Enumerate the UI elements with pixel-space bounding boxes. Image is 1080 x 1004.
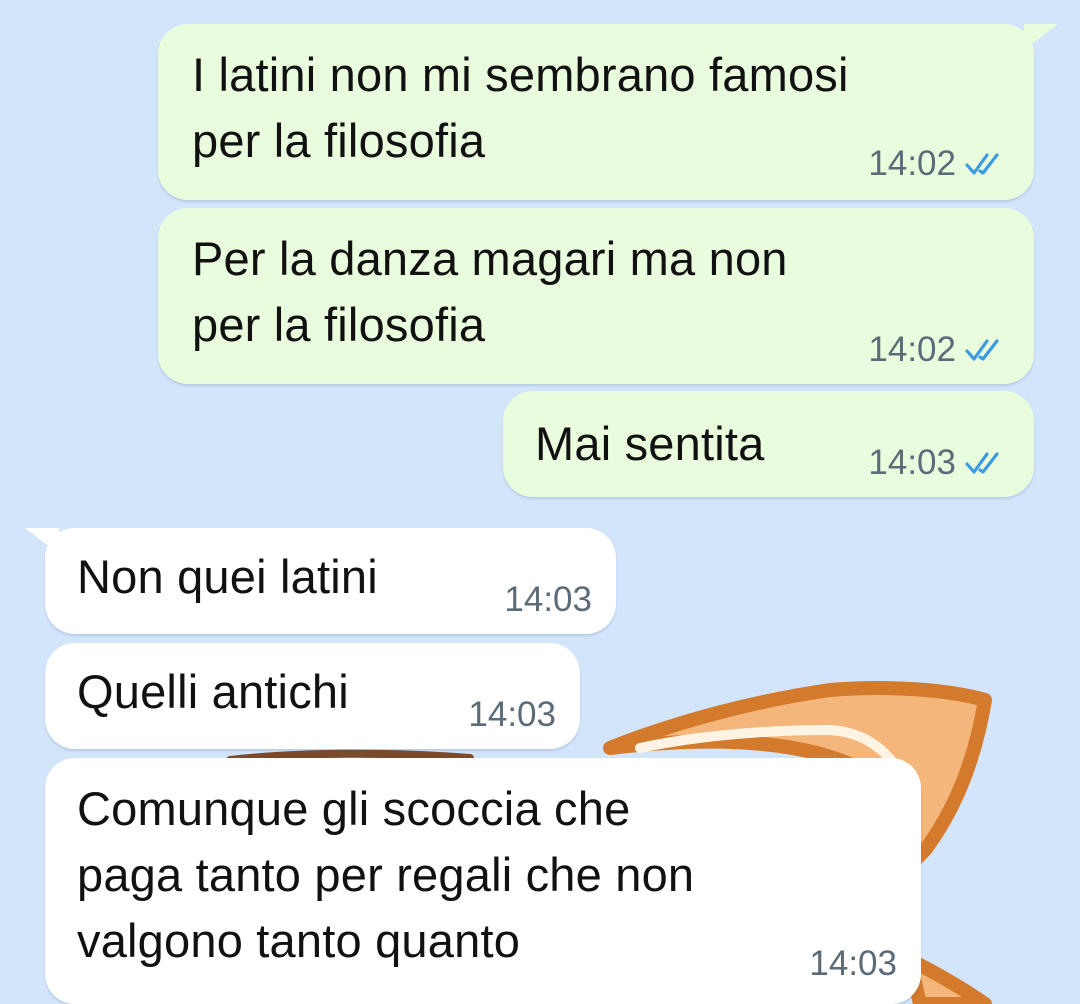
message-text: Comunque gli scoccia che paga tanto per … [77,782,695,967]
outgoing-message[interactable]: Mai sentita 14:03 [503,391,1034,497]
message-meta: 14:03 [809,944,897,984]
message-meta: 14:03 [504,580,592,620]
message-time: 14:03 [468,695,556,734]
message-time: 14:03 [809,944,897,983]
message-text: I latini non mi sembrano famosi per la f… [192,48,849,167]
bubble-tail [25,528,59,554]
double-check-icon [965,153,999,175]
message-time: 14:02 [868,144,956,183]
incoming-message[interactable]: Non quei latini 14:03 [25,528,616,634]
message-time: 14:03 [504,580,592,619]
message-text: Quelli antichi [77,665,349,718]
message-text: Non quei latini [77,550,378,603]
bubble-tail [1024,24,1058,50]
message-meta: 14:02 [868,144,1006,184]
outgoing-message[interactable]: I latini non mi sembrano famosi per la f… [158,24,1058,200]
message-meta: 14:03 [468,695,556,735]
message-text: Per la danza magari ma non per la filoso… [192,232,788,351]
outgoing-message[interactable]: Per la danza magari ma non per la filoso… [158,208,1034,384]
incoming-message[interactable]: Quelli antichi 14:03 [45,643,580,749]
message-time: 14:03 [868,443,956,482]
message-time: 14:02 [868,330,956,369]
message-meta: 14:03 [868,443,1006,483]
message-text: Mai sentita [535,417,765,470]
double-check-icon [965,452,999,474]
message-meta: 14:02 [868,330,1006,370]
double-check-icon [965,339,999,361]
incoming-message[interactable]: Comunque gli scoccia che paga tanto per … [45,758,921,1004]
